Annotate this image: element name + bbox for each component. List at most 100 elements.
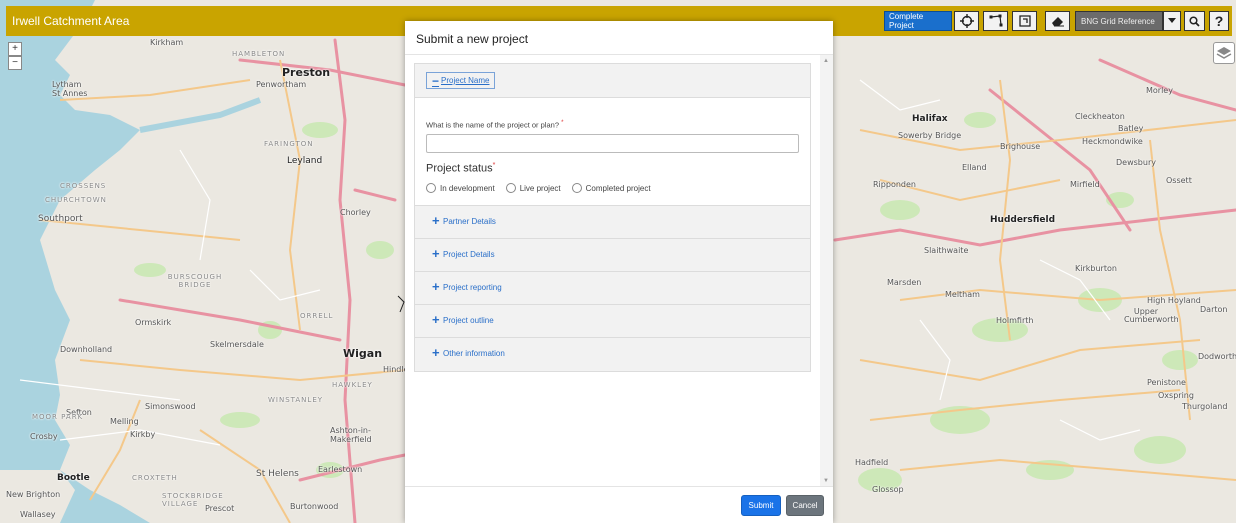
map-label-lytham: Lytham St Annes (52, 80, 88, 98)
map-label-thurgoland: Thurgoland (1182, 402, 1228, 411)
draw-polygon-button[interactable] (983, 11, 1008, 31)
required-marker: * (561, 119, 564, 126)
project-status-label: Project status* (426, 162, 495, 175)
submit-project-modal: Submit a new project − Project Name What… (405, 21, 833, 523)
map-label-kirkby: Kirkby (130, 430, 156, 439)
map-area-crossens: Crossens (60, 182, 107, 190)
map-label-southport: Southport (38, 214, 83, 224)
help-button[interactable]: ? (1209, 11, 1229, 31)
accordion-header-partner-details[interactable]: + Partner Details (415, 206, 810, 239)
map-label-darton: Darton (1200, 305, 1228, 314)
map-label-ossett: Ossett (1166, 176, 1192, 185)
plus-icon: + (432, 246, 440, 261)
status-option-live-project[interactable]: Live project (505, 183, 561, 193)
map-label-melling: Melling (110, 417, 139, 426)
map-area-burscough: Burscough Bridge (167, 273, 223, 289)
plus-icon: + (432, 312, 440, 327)
plus-icon: + (432, 279, 440, 294)
map-label-bootle: Bootle (57, 473, 90, 483)
map-label-penistone: Penistone (1147, 378, 1186, 387)
modal-scrollbar[interactable]: ▲ ▼ (820, 55, 833, 487)
map-area-moor-park: Moor Park (32, 413, 84, 421)
map-label-preston: Preston (282, 66, 331, 79)
complete-project-button[interactable]: Complete Project (884, 11, 952, 31)
scroll-up-icon[interactable]: ▲ (823, 58, 829, 64)
grid-reference-dropdown-button[interactable] (1163, 11, 1181, 31)
map-label-crosby: Crosby (30, 432, 58, 441)
project-name-input[interactable] (426, 134, 799, 153)
map-label-burtonwood: Burtonwood (290, 502, 339, 511)
map-label-leyland: Leyland (287, 156, 323, 166)
section-label: Project Details (443, 250, 495, 259)
zoom-in-button[interactable]: + (8, 42, 22, 56)
rectangle-draw-icon (1018, 15, 1031, 27)
project-accordion: − Project Name What is the name of the p… (414, 63, 811, 372)
map-label-meltham: Meltham (945, 290, 980, 299)
map-label-batley: Batley (1118, 124, 1144, 133)
map-label-elland: Elland (962, 163, 987, 172)
eraser-button[interactable] (1045, 11, 1070, 31)
polygon-icon (989, 14, 1002, 27)
map-label-ripponden: Ripponden (873, 180, 916, 189)
accordion-header-project-outline[interactable]: + Project outline (415, 305, 810, 338)
submit-button[interactable]: Submit (741, 495, 781, 516)
cancel-button[interactable]: Cancel (786, 495, 824, 516)
map-area-hambleton: Hambleton (232, 50, 286, 58)
layers-button[interactable] (1213, 42, 1235, 64)
status-option-completed-project[interactable]: Completed project (571, 183, 651, 193)
accordion-header-other-information[interactable]: + Other information (415, 338, 810, 371)
map-label-wallasey: Wallasey (20, 510, 56, 519)
grid-reference-select[interactable]: BNG Grid Reference (1075, 11, 1163, 31)
map-label-ashton: Ashton-in-Makerfield (330, 426, 372, 444)
status-option-label: In development (440, 183, 495, 193)
scroll-down-icon[interactable]: ▼ (823, 478, 829, 484)
zoom-out-button[interactable]: − (8, 56, 22, 70)
map-label-glossop: Glossop (872, 485, 904, 494)
map-label-halifax: Halifax (912, 114, 948, 124)
map-area-winstanley: Winstanley (268, 396, 324, 404)
radio-icon (505, 183, 516, 193)
map-label-high-hoyland: High Hoyland (1147, 296, 1201, 305)
status-option-label: Completed project (585, 183, 651, 193)
map-label-st-helens: St Helens (256, 469, 299, 479)
map-label-dodworth: Dodworth (1198, 352, 1236, 361)
map-label-cleckheaton: Cleckheaton (1075, 112, 1125, 121)
search-icon (1189, 15, 1200, 27)
map-label-sowerby-bridge: Sowerby Bridge (898, 131, 962, 140)
project-name-toggle-label: Project Name (441, 76, 490, 85)
modal-title: Submit a new project (416, 32, 529, 46)
map-label-penwortham: Penwortham (256, 80, 307, 89)
map-label-new-brighton: New Brighton (6, 490, 61, 499)
locate-button[interactable] (954, 11, 979, 31)
project-name-question-text: What is the name of the project or plan? (426, 120, 559, 130)
accordion-header-project-name: − Project Name (415, 64, 810, 98)
map-label-marsden: Marsden (887, 278, 922, 287)
required-marker: * (492, 162, 496, 169)
map-area-farington: Farington (264, 140, 314, 148)
modal-body: − Project Name What is the name of the p… (405, 55, 833, 487)
map-label-kirkham: Kirkham (150, 38, 184, 47)
search-button[interactable] (1184, 11, 1205, 31)
map-area-churchtown: Churchtown (45, 196, 107, 204)
map-label-heckmondwike: Heckmondwike (1082, 137, 1143, 146)
chevron-down-icon (1168, 18, 1176, 23)
status-option-in-development[interactable]: In development (426, 183, 495, 193)
accordion-header-project-reporting[interactable]: + Project reporting (415, 272, 810, 305)
project-name-toggle[interactable]: − Project Name (426, 72, 496, 89)
project-status-options: In development Live project Completed pr… (426, 183, 662, 193)
modal-footer: Submit Cancel (405, 486, 833, 523)
map-label-upper-cumberworth: Upper Cumberworth (1124, 307, 1179, 324)
section-label: Other information (443, 349, 505, 358)
map-label-holmfirth: Holmfirth (996, 316, 1034, 325)
draw-rectangle-button[interactable] (1012, 11, 1037, 31)
map-label-slaithwaite: Slaithwaite (924, 246, 969, 255)
radio-icon (571, 183, 582, 193)
map-area-hawkley: Hawkley (332, 381, 373, 389)
accordion-header-project-details[interactable]: + Project Details (415, 239, 810, 272)
map-label-skelmersdale: Skelmersdale (210, 340, 264, 349)
minus-icon: − (432, 73, 440, 88)
map-label-morley: Morley (1146, 86, 1173, 95)
crosshair-icon (959, 14, 974, 28)
map-label-hadfield: Hadfield (855, 458, 889, 467)
map-label-wigan: Wigan (343, 347, 383, 360)
